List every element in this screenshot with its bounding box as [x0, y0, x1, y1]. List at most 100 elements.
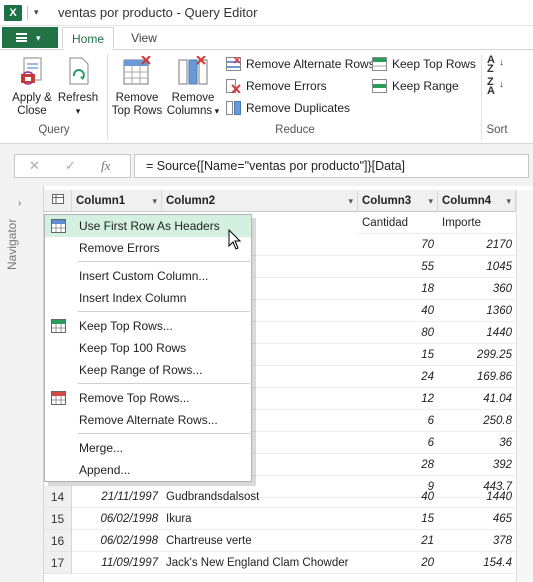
- table-cell[interactable]: 40: [358, 300, 438, 322]
- menu-item-merge[interactable]: Merge...: [45, 437, 251, 459]
- menu-item-keep-range-of-rows[interactable]: Keep Range of Rows...: [45, 359, 251, 381]
- table-cell[interactable]: 299.25: [438, 344, 516, 366]
- apply-close-icon: [21, 57, 42, 85]
- expand-navigator-icon[interactable]: ›: [18, 198, 21, 209]
- quick-access-dropdown-icon[interactable]: ▾: [34, 4, 46, 20]
- tab-home[interactable]: Home: [62, 27, 114, 51]
- refresh-caret-icon[interactable]: ▾: [56, 105, 100, 118]
- menu-item-remove-alternate-rows[interactable]: Remove Alternate Rows...: [45, 409, 251, 431]
- table-menu-icon[interactable]: [44, 190, 72, 212]
- table-cell[interactable]: 20: [358, 552, 438, 574]
- menu-item-keep-top-rows[interactable]: Keep Top Rows...: [45, 315, 251, 337]
- keep-range-icon: [372, 79, 387, 93]
- table-cell[interactable]: 12: [358, 388, 438, 410]
- keep-range-button[interactable]: Keep Range: [372, 76, 459, 96]
- refresh-label: Refresh: [57, 92, 99, 104]
- column-header-1[interactable]: Column1 ▾: [72, 190, 162, 212]
- table-cell[interactable]: 6: [358, 432, 438, 454]
- grid-scrollbar[interactable]: [516, 190, 533, 582]
- table-cell[interactable]: 70: [358, 234, 438, 256]
- refresh-button[interactable]: Refresh ▾: [56, 56, 100, 120]
- table-cell[interactable]: 36: [438, 432, 516, 454]
- table-cell[interactable]: 15: [358, 508, 438, 530]
- chevron-down-icon[interactable]: ▾: [428, 190, 433, 212]
- table-cell[interactable]: 40: [358, 486, 438, 508]
- chevron-down-icon[interactable]: ▾: [348, 190, 353, 212]
- remove-duplicates-button[interactable]: Remove Duplicates: [226, 98, 350, 118]
- chevron-down-icon[interactable]: ▾: [152, 190, 157, 212]
- check-icon[interactable]: ✓: [65, 158, 76, 174]
- column-header-3[interactable]: Column3 ▾: [358, 190, 438, 212]
- menu-item-insert-custom-column[interactable]: Insert Custom Column...: [45, 265, 251, 287]
- menu-item-label: Keep Top 100 Rows: [79, 341, 187, 355]
- group-label-sort: Sort: [486, 124, 508, 136]
- table-cell[interactable]: 15: [358, 344, 438, 366]
- remove-errors-button[interactable]: Remove Errors: [226, 76, 327, 96]
- file-menu-button[interactable]: ▾: [2, 27, 58, 48]
- table-cell[interactable]: 21/11/1997: [72, 486, 162, 508]
- table-cell[interactable]: Ikura: [162, 508, 358, 530]
- column-header-label: Column1: [76, 195, 126, 207]
- column-header-2[interactable]: Column2 ▾: [162, 190, 358, 212]
- chevron-down-icon[interactable]: ▾: [506, 190, 511, 212]
- table-cell[interactable]: 392: [438, 454, 516, 476]
- row-number[interactable]: 15: [44, 508, 72, 530]
- remove-columns-button[interactable]: Remove Columns ▾: [164, 56, 222, 120]
- table-cell[interactable]: 11/09/1997: [72, 552, 162, 574]
- table-cell[interactable]: 169.86: [438, 366, 516, 388]
- remove-alternate-rows-button[interactable]: Remove Alternate Rows: [226, 54, 375, 74]
- table-cell[interactable]: 18: [358, 278, 438, 300]
- fx-icon[interactable]: fx: [101, 158, 110, 174]
- table-cell[interactable]: 154.4: [438, 552, 516, 574]
- table-cell[interactable]: 41.04: [438, 388, 516, 410]
- table-cell[interactable]: 360: [438, 278, 516, 300]
- window-title: ventas por producto - Query Editor: [58, 5, 258, 20]
- menu-item-insert-index-column[interactable]: Insert Index Column: [45, 287, 251, 309]
- table-cell[interactable]: 06/02/1998: [72, 508, 162, 530]
- row-number[interactable]: 14: [44, 486, 72, 508]
- table-cell[interactable]: Jack's New England Clam Chowder: [162, 552, 358, 574]
- table-cell[interactable]: 378: [438, 530, 516, 552]
- table-cell[interactable]: Chartreuse verte: [162, 530, 358, 552]
- keep-top-rows-button[interactable]: Keep Top Rows: [372, 54, 476, 74]
- table-cell[interactable]: 1440: [438, 322, 516, 344]
- apply-close-button[interactable]: Apply & Close: [4, 56, 60, 120]
- menu-item-remove-errors[interactable]: Remove Errors: [45, 237, 251, 259]
- row-number[interactable]: 16: [44, 530, 72, 552]
- menu-item-label: Insert Index Column: [79, 291, 187, 305]
- menu-item-remove-top-rows[interactable]: Remove Top Rows...: [45, 387, 251, 409]
- menu-item-keep-top-100-rows[interactable]: Keep Top 100 Rows: [45, 337, 251, 359]
- navigator-label[interactable]: Navigator: [5, 219, 19, 270]
- table-cell[interactable]: 1045: [438, 256, 516, 278]
- table-cell[interactable]: 1440: [438, 486, 516, 508]
- table-cell[interactable]: 1360: [438, 300, 516, 322]
- table-cell[interactable]: 465: [438, 508, 516, 530]
- table-cell[interactable]: Importe: [438, 212, 516, 234]
- table-cell[interactable]: 2170: [438, 234, 516, 256]
- sort-ascending-button[interactable]: A Z ↓: [487, 55, 507, 76]
- sort-descending-button[interactable]: Z A ↓: [487, 77, 507, 98]
- table-cell[interactable]: 24: [358, 366, 438, 388]
- table-cell[interactable]: 250.8: [438, 410, 516, 432]
- menu-separator: [78, 433, 250, 434]
- tab-view[interactable]: View: [120, 27, 168, 51]
- menu-item-use-first-row-as-headers[interactable]: Use First Row As Headers: [45, 215, 251, 237]
- table-cell[interactable]: 55: [358, 256, 438, 278]
- table-cell[interactable]: 06/02/1998: [72, 530, 162, 552]
- column-header-4[interactable]: Column4 ▾: [438, 190, 516, 212]
- table-cell[interactable]: 6: [358, 410, 438, 432]
- remove-columns-label-text: Columns: [166, 105, 213, 117]
- formula-text: = Source{[Name="ventas por producto"]}[D…: [146, 159, 406, 173]
- row-number[interactable]: 17: [44, 552, 72, 574]
- remove-top-rows-button[interactable]: Remove Top Rows: [110, 56, 164, 120]
- table-cell[interactable]: Gudbrandsdalsost: [162, 486, 358, 508]
- table-cell[interactable]: Cantidad: [358, 212, 438, 234]
- cancel-icon[interactable]: ✕: [29, 158, 40, 174]
- remove-top-rows-label-1: Remove: [115, 92, 159, 104]
- table-cell[interactable]: 80: [358, 322, 438, 344]
- table-cell[interactable]: 21: [358, 530, 438, 552]
- table-cell[interactable]: 28: [358, 454, 438, 476]
- remove-top-rows-icon: [123, 56, 151, 85]
- mouse-cursor-icon: [228, 229, 242, 250]
- menu-item-append[interactable]: Append...: [45, 459, 251, 481]
